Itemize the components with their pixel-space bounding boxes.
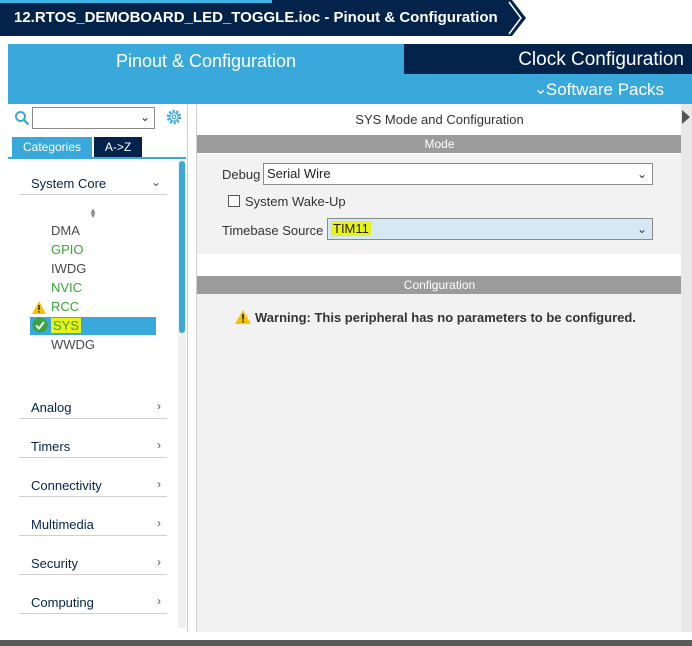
breadcrumb-accent [0,0,272,3]
group-computing[interactable]: Computing › [19,590,167,614]
breadcrumb-project-title[interactable]: 12.RTOS_DEMOBOARD_LED_TOGGLE.ioc - Pinou… [0,0,506,36]
mode-area: Debug Serial Wire ⌄ System Wake-Up Timeb… [197,154,682,254]
chevron-down-icon: ⌄ [150,175,161,189]
chevron-down-icon: ⌄ [534,81,548,98]
breadcrumb: 12.RTOS_DEMOBOARD_LED_TOGGLE.ioc - Pinou… [0,0,692,38]
tab-clock-configuration[interactable]: Clock Configuration [404,44,692,74]
system-wakeup-checkbox[interactable] [228,195,240,207]
list-item-wwdg[interactable]: WWDG [51,337,95,352]
list-item-iwdg[interactable]: IWDG [51,261,86,276]
stm32cubemx-window: 12.RTOS_DEMOBOARD_LED_TOGGLE.ioc - Pinou… [0,0,692,646]
chevron-right-icon: › [157,399,161,413]
chevron-right-icon: › [157,594,161,608]
configuration-section-header: Configuration [197,276,682,294]
group-label: Analog [31,400,72,415]
chevron-right-icon: › [157,477,161,491]
gear-icon[interactable] [165,108,183,126]
no-parameters-warning: Warning: This peripheral has no paramete… [255,310,636,325]
group-label: System Core [31,176,107,191]
software-packs-menu[interactable]: ⌄ Software Packs [404,76,692,104]
panel-title: SYS Mode and Configuration [355,112,524,127]
chevron-right-icon: › [157,555,161,569]
timebase-source-value: TIM11 [331,221,371,236]
chevron-down-icon: ⌄ [636,167,647,181]
group-timers[interactable]: Timers › [19,434,167,458]
list-item-sys-selected[interactable]: SYS [30,317,156,335]
chevron-down-icon: ⌄ [636,222,647,236]
search-icon[interactable] [14,110,30,126]
list-item-gpio[interactable]: GPIO [51,242,84,257]
list-item-sys-label: SYS [51,318,82,333]
system-wakeup-label: System Wake-Up [245,194,346,209]
breadcrumb-chevron-icon [506,0,526,36]
group-label: Connectivity [31,478,102,493]
group-label: Computing [31,595,94,610]
left-panel: ⌄ Categories A->Z System Core ⌄ ▲ ▼ DMA G… [8,104,188,632]
debug-select[interactable]: Serial Wire ⌄ [263,163,653,185]
group-multimedia[interactable]: Multimedia › [19,512,167,536]
sort-arrows-icon[interactable]: ▲ ▼ [89,207,97,220]
search-input[interactable]: ⌄ [32,107,155,129]
timebase-source-label: Timebase Source [222,223,324,238]
chevron-down-icon[interactable]: ⌄ [140,110,150,124]
check-icon [32,317,48,333]
main-tabs: Pinout & Configuration Clock Configurati… [8,44,692,104]
sidebar-scrollbar-thumb[interactable] [179,161,185,333]
group-label: Security [31,556,78,571]
tab-categories[interactable]: Categories [12,137,92,157]
list-item-nvic[interactable]: NVIC [51,280,82,295]
timebase-source-select[interactable]: TIM11 ⌄ [327,218,653,240]
group-security[interactable]: Security › [19,551,167,575]
group-label: Multimedia [31,517,94,532]
tab-a-to-z[interactable]: A->Z [94,137,142,157]
debug-label: Debug [222,167,261,182]
group-connectivity[interactable]: Connectivity › [19,473,167,497]
tab-underline [8,157,186,159]
debug-value: Serial Wire [267,166,331,181]
group-label: Timers [31,439,71,454]
configuration-area: Warning: This peripheral has no paramete… [197,276,682,632]
tab-pinout-configuration[interactable]: Pinout & Configuration [8,44,404,104]
collapse-arrow-icon [682,110,690,124]
list-item-rcc[interactable]: RCC [51,299,79,314]
group-system-core[interactable]: System Core ⌄ [19,171,167,195]
bottom-border [0,640,692,646]
group-analog[interactable]: Analog › [19,395,167,419]
chevron-right-icon: › [157,516,161,530]
software-packs-label: Software Packs [545,80,664,99]
sys-mode-configuration-panel: SYS Mode and Configuration Mode Debug Se… [196,104,682,632]
mode-section-header: Mode [197,135,682,153]
chevron-right-icon: › [157,438,161,452]
list-item-dma[interactable]: DMA [51,223,80,238]
warning-icon [235,310,251,324]
collapse-panel-handle[interactable] [681,104,692,632]
warning-icon [32,301,46,314]
